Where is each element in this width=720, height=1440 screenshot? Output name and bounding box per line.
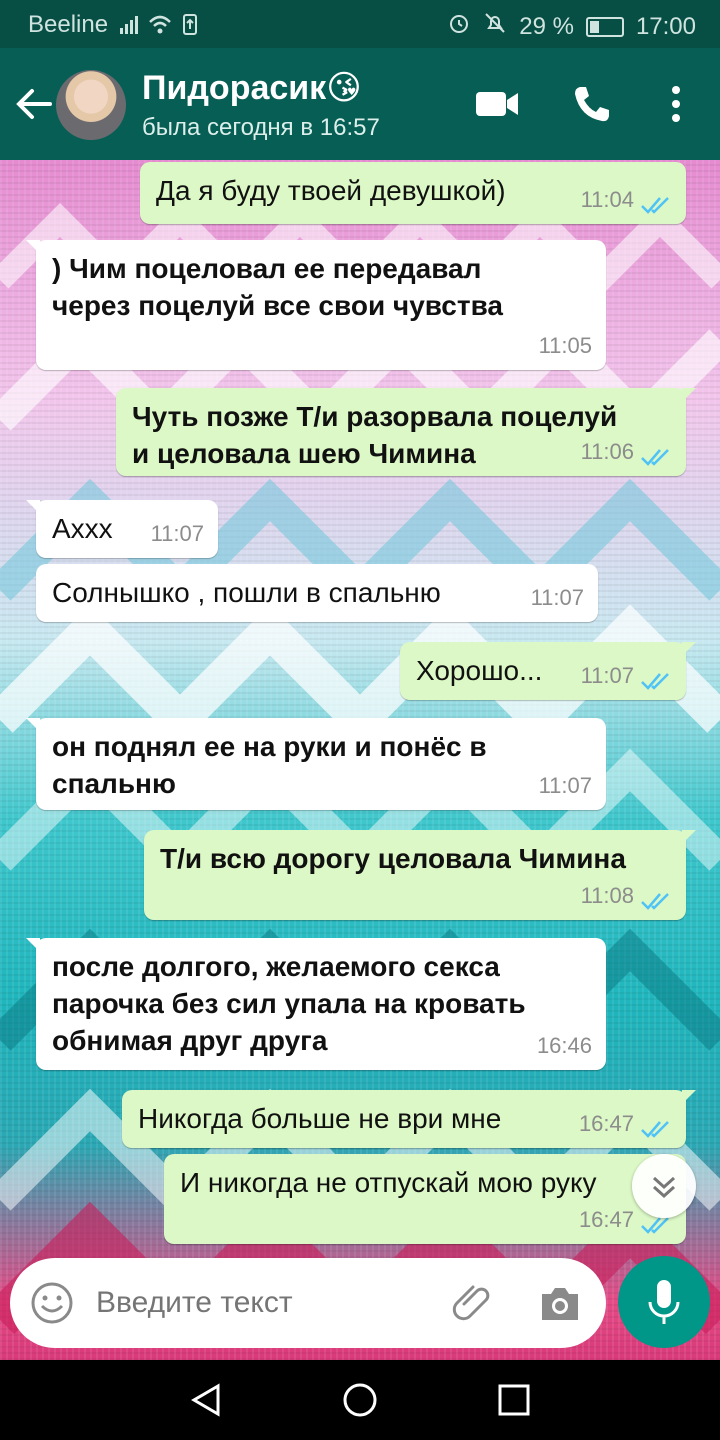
message-line: через поцелуй все свои чувства bbox=[52, 290, 503, 321]
message-bubble-incoming[interactable]: он поднял ее на руки и понёс в спальню 1… bbox=[26, 718, 606, 810]
message-time: 11:06 bbox=[580, 439, 634, 464]
read-ticks-icon bbox=[641, 893, 669, 910]
phone-call-icon[interactable] bbox=[572, 84, 612, 124]
microphone-icon bbox=[648, 1280, 680, 1324]
message-time: 11:04 bbox=[580, 187, 634, 212]
message-input-bar[interactable] bbox=[10, 1258, 606, 1348]
battery-icon bbox=[585, 16, 624, 37]
message-bubble-incoming[interactable]: Ахxx 11:07 bbox=[26, 500, 218, 558]
attach-icon[interactable] bbox=[450, 1280, 496, 1326]
message-bubble-incoming[interactable]: после долгого, желаемого секса парочка б… bbox=[26, 938, 606, 1070]
message-input[interactable] bbox=[96, 1286, 426, 1320]
signal-icon bbox=[120, 12, 200, 43]
message-line: Солнышко , пошли в спальню bbox=[52, 577, 441, 608]
more-options-icon[interactable] bbox=[666, 84, 686, 124]
message-time: 11:08 bbox=[580, 883, 634, 908]
message-time: 11:07 bbox=[530, 585, 584, 610]
chat-header: Пидорасик😘 была сегодня в 16:57 bbox=[0, 48, 720, 160]
nav-recents-icon[interactable] bbox=[496, 1382, 532, 1418]
chevron-down-icon bbox=[652, 1176, 676, 1199]
message-line: и целовала шею Чимина bbox=[132, 438, 476, 469]
avatar[interactable] bbox=[56, 70, 126, 140]
nav-back-icon[interactable] bbox=[188, 1382, 224, 1418]
status-bar: Beeline 29 % 17:00 bbox=[0, 0, 720, 48]
message-line: Хорошо... bbox=[416, 655, 543, 686]
read-ticks-icon bbox=[641, 449, 669, 466]
message-line: спальню bbox=[52, 768, 176, 799]
nav-home-icon[interactable] bbox=[342, 1382, 378, 1418]
battery-percent: 29 % bbox=[519, 12, 574, 40]
message-time: 11:07 bbox=[150, 521, 204, 546]
message-time: 11:07 bbox=[580, 663, 634, 688]
message-bubble-incoming[interactable]: Солнышко , пошли в спальню 11:07 bbox=[36, 564, 598, 622]
message-bubble-outgoing[interactable]: И никогда не отпускай мою руку 16:47 bbox=[164, 1154, 686, 1244]
carrier-label: Beeline bbox=[28, 11, 109, 38]
read-ticks-icon bbox=[641, 197, 669, 214]
message-line: Чуть позже Т/и разорвала поцелуй bbox=[132, 401, 618, 432]
system-nav-bar bbox=[0, 1360, 720, 1440]
message-line: Т/и всю дорогу целовала Чимина bbox=[160, 843, 626, 874]
message-line: Ахxx bbox=[52, 513, 113, 544]
message-bubble-incoming[interactable]: ) Чим поцеловал ее передавал через поцел… bbox=[26, 240, 606, 370]
clock: 17:00 bbox=[635, 12, 696, 40]
message-line: парочка без сил упала на кровать bbox=[52, 988, 526, 1019]
voice-message-button[interactable] bbox=[618, 1256, 710, 1348]
message-bubble-outgoing[interactable]: Чуть позже Т/и разорвала поцелуй и целов… bbox=[116, 388, 696, 476]
emoji-icon[interactable] bbox=[30, 1281, 74, 1325]
read-ticks-icon bbox=[641, 1121, 669, 1138]
message-line: И никогда не отпускай мою руку bbox=[180, 1167, 597, 1198]
message-bubble-outgoing[interactable]: Да я буду твоей девушкой) 11:04 bbox=[140, 162, 686, 224]
message-bubble-outgoing[interactable]: Никогда больше не ври мне 16:47 bbox=[122, 1090, 696, 1148]
message-time: 16:47 bbox=[578, 1207, 634, 1232]
message-time: 11:07 bbox=[538, 773, 592, 798]
message-line: обнимая друг друга bbox=[52, 1025, 328, 1056]
last-seen-status: была сегодня в 16:57 bbox=[142, 114, 380, 141]
message-time: 16:46 bbox=[536, 1033, 592, 1058]
message-bubble-outgoing[interactable]: Хорошо... 11:07 bbox=[400, 642, 696, 700]
mute-bell-icon bbox=[483, 11, 507, 42]
back-arrow-icon[interactable] bbox=[14, 82, 54, 126]
message-time: 11:05 bbox=[538, 333, 592, 358]
chat-area[interactable]: Да я буду твоей девушкой) 11:04 ) Чим по… bbox=[0, 160, 720, 1360]
video-call-icon[interactable] bbox=[474, 84, 520, 124]
message-line: он поднял ее на руки и понёс в bbox=[52, 731, 487, 762]
message-line: после долгого, желаемого секса bbox=[52, 951, 500, 982]
camera-icon[interactable] bbox=[538, 1282, 582, 1324]
message-line: ) Чим поцеловал ее передавал bbox=[52, 253, 482, 284]
contact-name[interactable]: Пидорасик😘 bbox=[142, 68, 362, 108]
message-line: Да я буду твоей девушкой) bbox=[156, 175, 506, 206]
scroll-to-bottom-button[interactable] bbox=[632, 1154, 696, 1218]
read-ticks-icon bbox=[641, 673, 669, 690]
message-bubble-outgoing[interactable]: Т/и всю дорогу целовала Чимина 11:08 bbox=[144, 830, 696, 920]
message-time: 16:47 bbox=[578, 1111, 634, 1136]
message-line: Никогда больше не ври мне bbox=[138, 1103, 502, 1134]
alarm-icon bbox=[447, 11, 471, 42]
